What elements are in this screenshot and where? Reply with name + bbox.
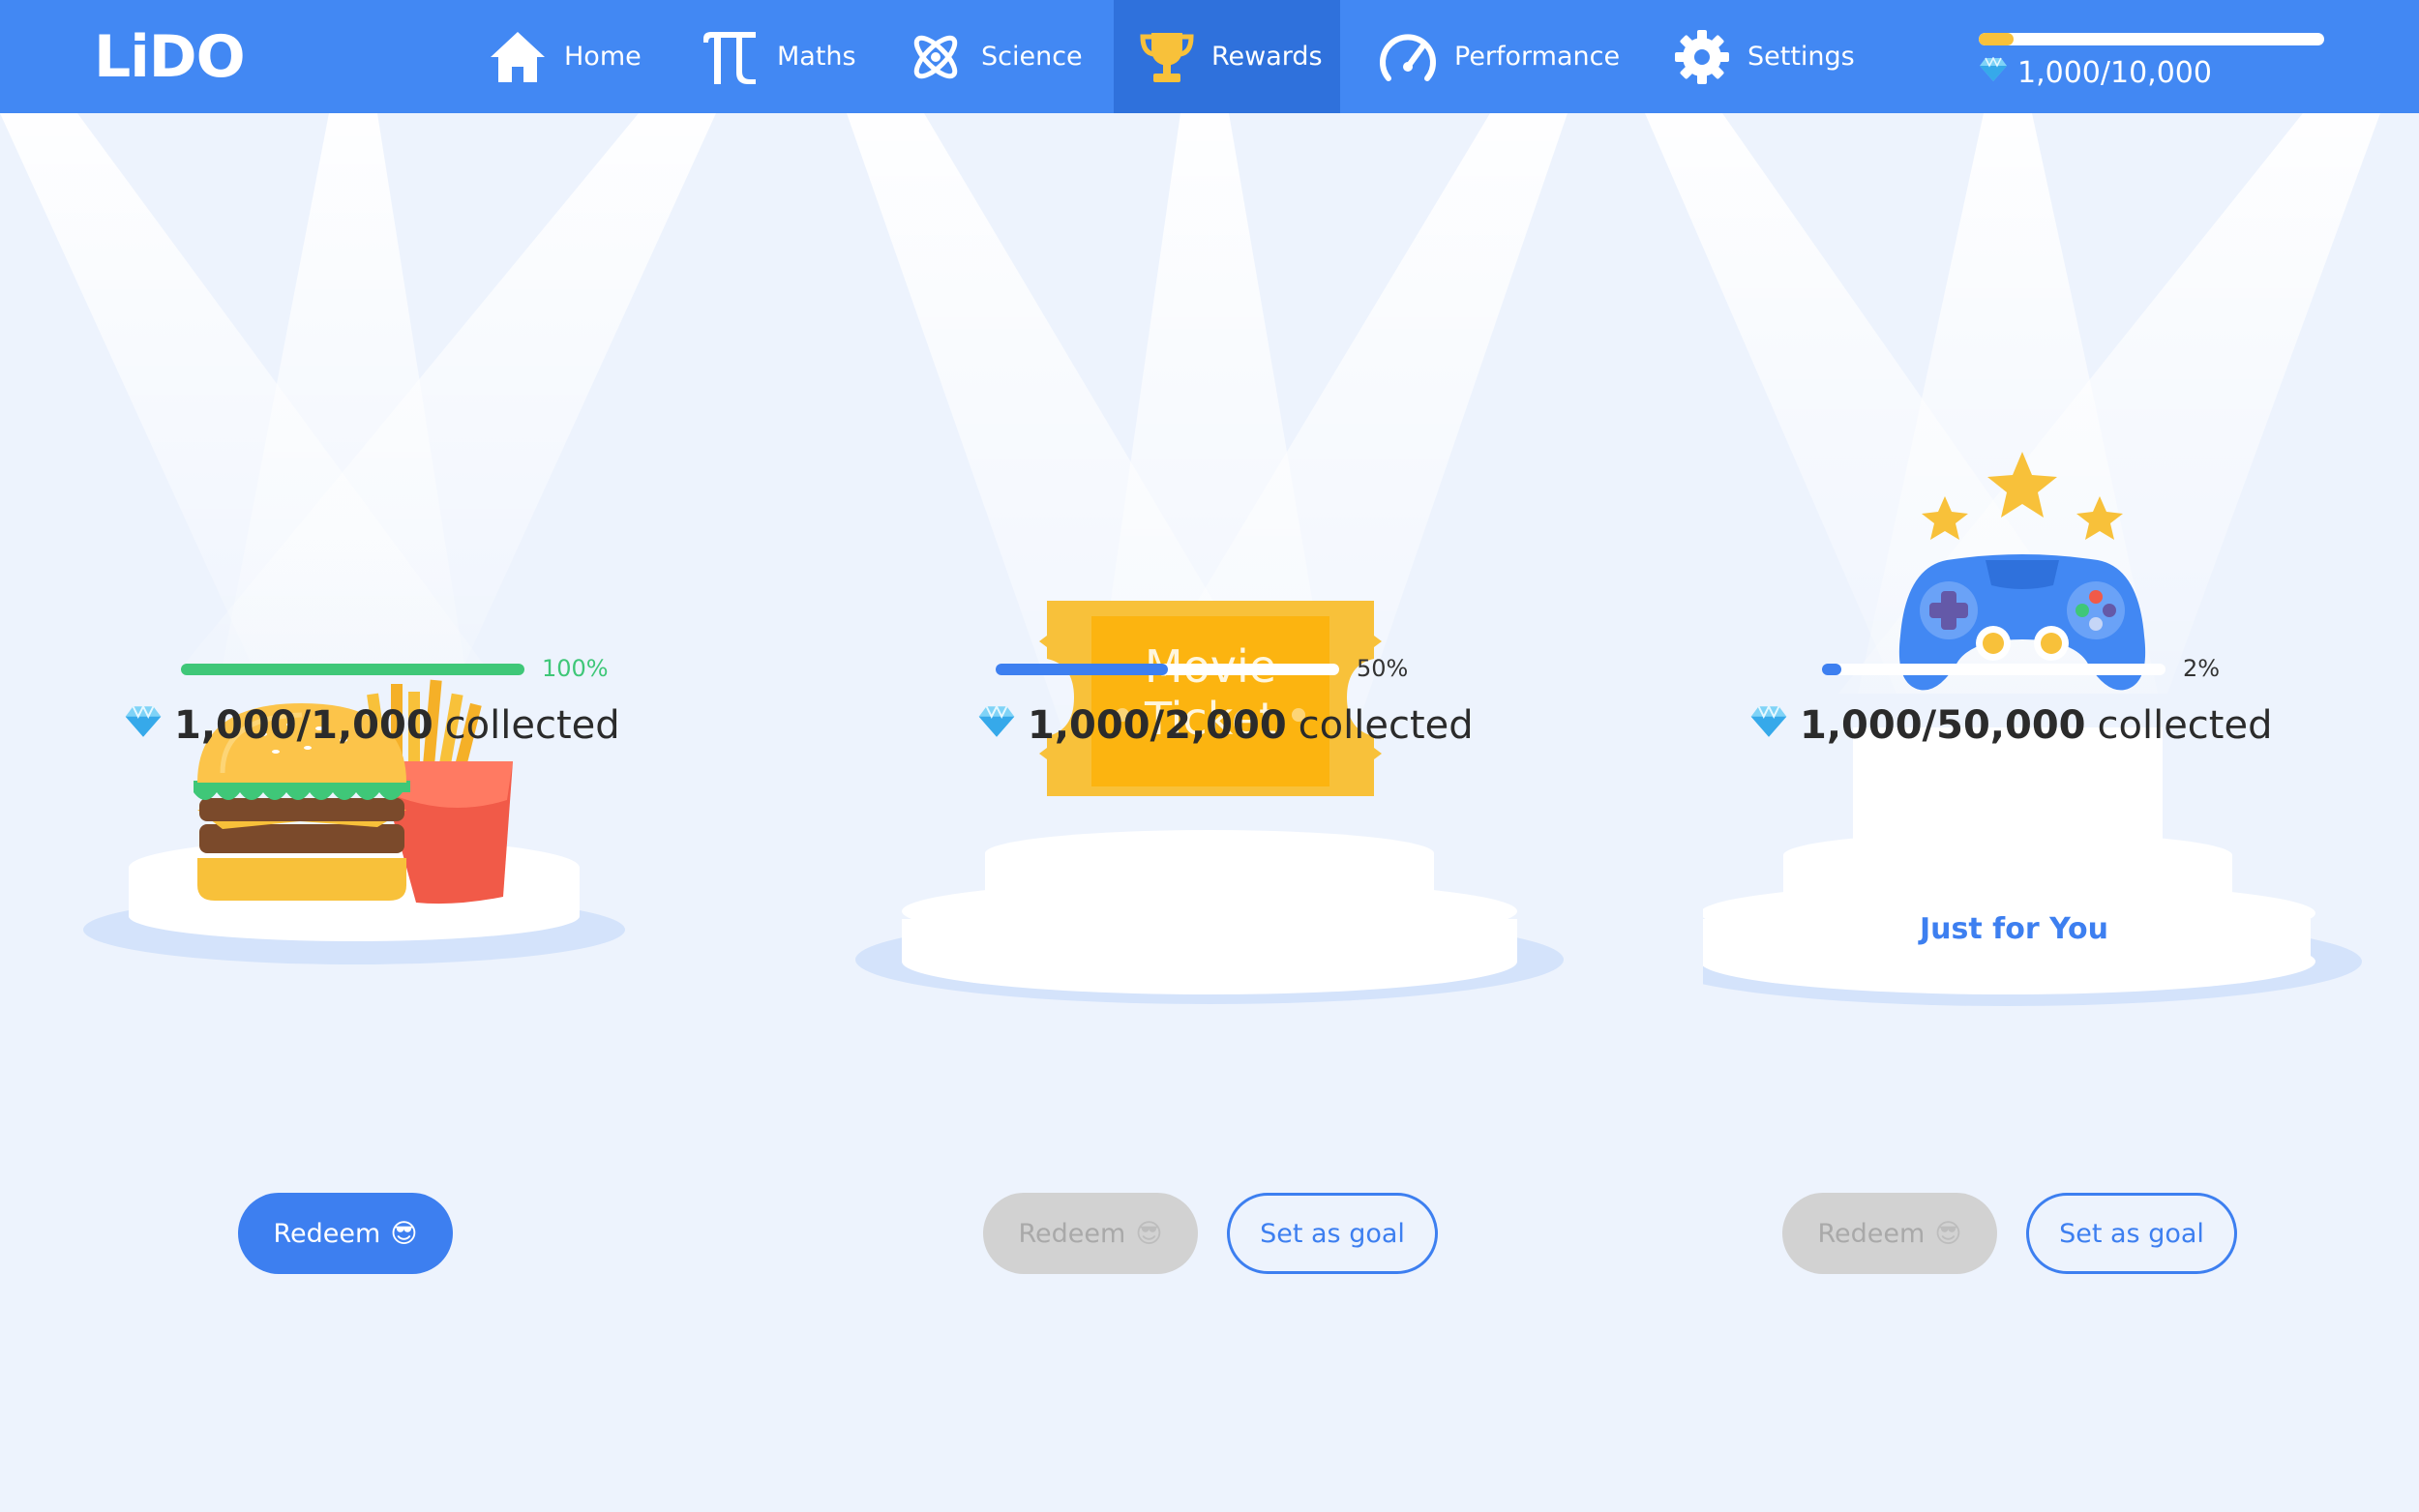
reward-card-movie-ticket: Movie Ticket 50% 1,000/2,000 collected R… bbox=[735, 113, 1703, 1512]
nav-settings[interactable]: Settings bbox=[1674, 0, 1855, 113]
trophy-icon bbox=[1140, 29, 1194, 85]
nav-label: Home bbox=[564, 42, 642, 72]
logo-text: LiDO bbox=[94, 23, 246, 91]
gem-progress-bar bbox=[1979, 33, 2324, 45]
nav-label: Maths bbox=[777, 42, 856, 72]
reward-progress-bar bbox=[181, 664, 524, 675]
top-navigation-bar: LiDO Home Maths Science Rewards Performa… bbox=[0, 0, 2419, 113]
gem-total-text: 1,000/10,000 bbox=[2017, 56, 2212, 90]
set-as-goal-label: Set as goal bbox=[1260, 1218, 1405, 1249]
redeem-button[interactable]: Redeem 😎 bbox=[1782, 1193, 1997, 1274]
reward-progress-percent: 100% bbox=[542, 655, 609, 682]
reward-progress-percent: 2% bbox=[2183, 655, 2221, 682]
gem-icon bbox=[1979, 56, 2008, 90]
reward-card-game-controller: Just for You 2% 1,000/50,000 collected R… bbox=[1703, 113, 2419, 1512]
reward-progress-percent: 50% bbox=[1357, 655, 1409, 682]
gem-icon bbox=[977, 703, 1016, 748]
gem-icon bbox=[124, 703, 163, 748]
set-as-goal-button[interactable]: Set as goal bbox=[2026, 1193, 2237, 1274]
collected-value: 1,000/1,000 bbox=[174, 703, 433, 748]
reward-progress-bar bbox=[996, 664, 1339, 675]
nav-rewards[interactable]: Rewards bbox=[1114, 0, 1340, 113]
reward-progress-fill bbox=[181, 664, 524, 675]
set-as-goal-button[interactable]: Set as goal bbox=[1227, 1193, 1438, 1274]
pedestal bbox=[855, 830, 1564, 1004]
nav-home[interactable]: Home bbox=[489, 0, 642, 113]
lido-logo[interactable]: LiDO bbox=[94, 27, 246, 87]
reward-card-burger: 100% 1,000/1,000 collected Redeem 😎 bbox=[0, 113, 735, 1512]
collected-label: collected bbox=[1298, 703, 1474, 748]
collected-count: 1,000/1,000 collected bbox=[124, 703, 620, 748]
nav-label: Rewards bbox=[1211, 42, 1323, 72]
reward-progress-fill bbox=[996, 664, 1168, 675]
nav-label: Science bbox=[981, 42, 1083, 72]
movie-ticket-illustration: Movie Ticket bbox=[1039, 601, 1382, 796]
gear-icon bbox=[1674, 29, 1730, 85]
nav-performance[interactable]: Performance bbox=[1379, 0, 1620, 113]
redeem-label: Redeem bbox=[273, 1218, 381, 1249]
sunglasses-emoji-icon: 😎 bbox=[1934, 1218, 1962, 1249]
collected-value: 1,000/2,000 bbox=[1028, 703, 1287, 748]
gem-progress-fill bbox=[1979, 33, 2014, 45]
nav-maths[interactable]: Maths bbox=[700, 0, 856, 113]
reward-progress-fill bbox=[1822, 664, 1841, 675]
just-for-you-tag: Just for You bbox=[1920, 912, 2108, 946]
collected-value: 1,000/50,000 bbox=[1800, 703, 2086, 748]
collected-count: 1,000/2,000 collected bbox=[977, 703, 1474, 748]
collected-count: 1,000/50,000 collected bbox=[1749, 703, 2272, 748]
nav-science[interactable]: Science bbox=[908, 0, 1083, 113]
nav-label: Performance bbox=[1454, 42, 1621, 72]
gem-total: 1,000/10,000 bbox=[1979, 56, 2212, 90]
reward-progress-bar bbox=[1822, 664, 2165, 675]
sunglasses-emoji-icon: 😎 bbox=[1135, 1218, 1163, 1249]
redeem-button[interactable]: Redeem 😎 bbox=[983, 1193, 1198, 1274]
redeem-label: Redeem bbox=[1817, 1218, 1926, 1249]
collected-label: collected bbox=[444, 703, 620, 748]
atom-icon bbox=[908, 29, 964, 85]
gem-icon bbox=[1749, 703, 1788, 748]
nav-label: Settings bbox=[1747, 42, 1855, 72]
sunglasses-emoji-icon: 😎 bbox=[390, 1218, 418, 1249]
home-icon bbox=[489, 30, 547, 84]
star-icon bbox=[1922, 452, 2123, 540]
burger-and-fries-illustration bbox=[194, 679, 513, 904]
collected-label: collected bbox=[2097, 703, 2273, 748]
pi-icon bbox=[700, 29, 760, 85]
set-as-goal-label: Set as goal bbox=[2059, 1218, 2204, 1249]
redeem-button[interactable]: Redeem 😎 bbox=[238, 1193, 453, 1274]
redeem-label: Redeem bbox=[1018, 1218, 1126, 1249]
speedometer-icon bbox=[1379, 30, 1437, 84]
